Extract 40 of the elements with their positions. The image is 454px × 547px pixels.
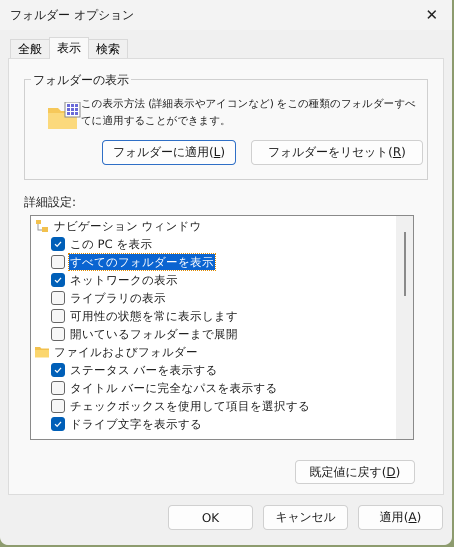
checkbox[interactable]	[51, 255, 65, 269]
option-label[interactable]: チェックボックスを使用して項目を選択する	[69, 398, 311, 414]
group-label: ファイルおよびフォルダー	[53, 344, 199, 360]
option-label[interactable]: すべてのフォルダーを表示	[69, 254, 215, 270]
checkbox[interactable]	[51, 327, 65, 341]
checkbox[interactable]	[51, 381, 65, 395]
tab[interactable]: 表示	[49, 37, 89, 59]
tab[interactable]: 全般	[10, 39, 50, 58]
checkbox[interactable]	[51, 237, 65, 251]
apply-button[interactable]: 適用(A)	[358, 505, 443, 530]
advanced-settings-label: 詳細設定:	[24, 194, 78, 211]
close-button[interactable]: ✕	[412, 0, 452, 30]
option-label[interactable]: 開いているフォルダーまで展開	[69, 326, 239, 342]
option-label[interactable]: 可用性の状態を常に表示します	[69, 308, 239, 324]
checkbox[interactable]	[51, 363, 65, 377]
option-label[interactable]: ステータス バーを表示する	[69, 362, 219, 378]
option-label[interactable]: ドライブ文字を表示する	[69, 416, 203, 432]
tree-icon	[35, 219, 49, 233]
scrollbar[interactable]	[396, 216, 413, 439]
cancel-button[interactable]: キャンセル	[263, 505, 348, 530]
option-label[interactable]: この PC を表示	[69, 236, 154, 252]
ok-button[interactable]: OK	[168, 505, 253, 530]
group-title: フォルダーの表示	[31, 72, 131, 89]
checkbox[interactable]	[51, 273, 65, 287]
option-label[interactable]: タイトル バーに完全なパスを表示する	[69, 380, 279, 396]
description: この表示方法 (詳細表示やアイコンなど) をこの種類のフォルダーすべてに適用することができます。	[81, 97, 417, 129]
folder-icon	[35, 345, 49, 359]
window-title: フォルダー オプション	[10, 6, 134, 24]
option-label[interactable]: ライブラリの表示	[69, 290, 167, 306]
tab[interactable]: 検索	[88, 39, 128, 58]
checkbox[interactable]	[51, 291, 65, 305]
checkbox[interactable]	[51, 309, 65, 323]
folder-icon	[47, 102, 81, 130]
checkbox[interactable]	[51, 417, 65, 431]
reset-folders-button[interactable]: フォルダーをリセット(R)	[251, 140, 423, 165]
restore-defaults-button[interactable]: 既定値に戻す(D)	[295, 460, 415, 484]
apply-to-folders-button[interactable]: フォルダーに適用(L)	[102, 140, 236, 165]
group-label: ナビゲーション ウィンドウ	[53, 218, 203, 234]
option-label[interactable]: ネットワークの表示	[69, 272, 179, 288]
checkbox[interactable]	[51, 399, 65, 413]
